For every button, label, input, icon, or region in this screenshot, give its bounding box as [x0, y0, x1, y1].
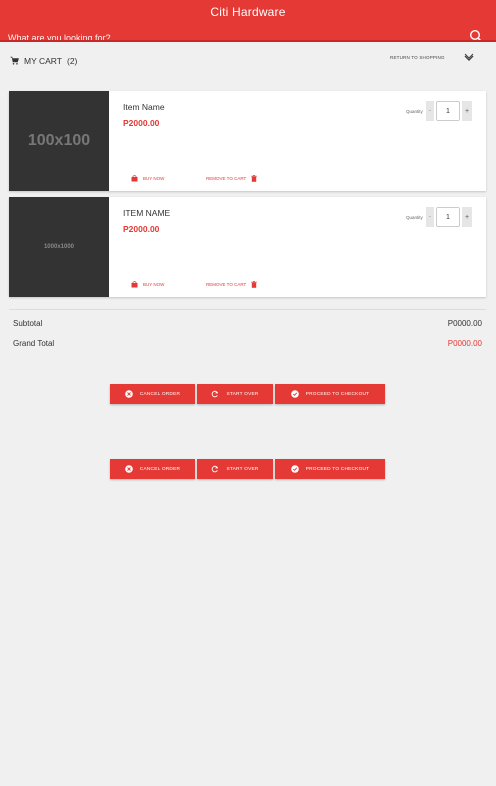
grand-total-label: Grand Total [13, 339, 55, 348]
search-input[interactable] [8, 31, 448, 40]
item-image: 1000x1000 [9, 197, 109, 297]
proceed-to-checkout-label: PROCEED TO CHECKOUT [305, 391, 370, 397]
cancel-order-button[interactable]: CANCEL ORDER [110, 459, 195, 479]
subtotal-label: Subtotal [13, 319, 43, 328]
buy-now-button[interactable]: BUY NOW [131, 172, 164, 184]
order-actions: CANCEL ORDER START OVER PROCEED TO CHECK… [110, 459, 386, 479]
grand-total-row: Grand Total P0000.00 [9, 335, 486, 353]
quantity-input[interactable] [436, 101, 460, 121]
item-image: 100x100 [9, 91, 109, 191]
app-header: Citi Hardware [0, 0, 496, 42]
proceed-to-checkout-label: PROCEED TO CHECKOUT [305, 466, 370, 472]
quantity-label: Quantity [406, 109, 423, 114]
shopping-bag-icon [131, 280, 138, 288]
remove-from-cart-button[interactable]: REMOVE TO CART [206, 172, 258, 184]
refresh-icon [211, 465, 219, 473]
quantity-label: Quantity [406, 215, 423, 220]
buy-now-label: BUY NOW [143, 281, 165, 287]
cancel-circle-icon [125, 465, 133, 473]
shopping-bag-icon [131, 174, 138, 182]
proceed-to-checkout-button[interactable]: PROCEED TO CHECKOUT [275, 384, 385, 404]
buy-now-button[interactable]: BUY NOW [131, 278, 164, 290]
quantity-increase-button[interactable]: + [462, 207, 472, 227]
remove-label: REMOVE TO CART [206, 175, 247, 181]
order-actions: CANCEL ORDER START OVER PROCEED TO CHECK… [110, 384, 386, 404]
cart-title: MY CART [24, 56, 62, 66]
grand-total-value: P0000.00 [447, 339, 482, 348]
proceed-to-checkout-button[interactable]: PROCEED TO CHECKOUT [275, 459, 385, 479]
cart-bar: MY CART (2) RETURN TO SHOPPING [0, 50, 496, 72]
subtotal-value: P0000.00 [447, 319, 482, 328]
start-over-button[interactable]: START OVER [197, 459, 273, 479]
start-over-button[interactable]: START OVER [197, 384, 273, 404]
return-to-shopping-link[interactable]: RETURN TO SHOPPING [390, 55, 445, 60]
item-name[interactable]: Item Name [123, 102, 165, 112]
cart-item: 1000x1000 ITEM NAME P2000.00 Quantity - … [9, 197, 486, 297]
cancel-order-label: CANCEL ORDER [139, 466, 181, 472]
order-totals: Subtotal P0000.00 Grand Total P0000.00 [9, 309, 486, 348]
item-price: P2000.00 [123, 224, 160, 234]
trash-icon [251, 174, 258, 182]
start-over-label: START OVER [226, 466, 259, 472]
item-price: P2000.00 [123, 118, 160, 128]
cart-icon [10, 56, 19, 65]
cart-count: (2) [67, 56, 78, 66]
buy-now-label: BUY NOW [143, 175, 165, 181]
chevron-down-icon[interactable] [464, 53, 474, 63]
cancel-order-button[interactable]: CANCEL ORDER [110, 384, 195, 404]
quantity-decrease-button[interactable]: - [426, 207, 434, 227]
quantity-input[interactable] [436, 207, 460, 227]
cart-item: 100x100 Item Name P2000.00 Quantity - + … [9, 91, 486, 191]
item-name[interactable]: ITEM NAME [123, 208, 170, 218]
remove-from-cart-button[interactable]: REMOVE TO CART [206, 278, 258, 290]
cancel-circle-icon [125, 390, 133, 398]
quantity-increase-button[interactable]: + [462, 101, 472, 121]
quantity-decrease-button[interactable]: - [426, 101, 434, 121]
refresh-icon [211, 390, 219, 398]
remove-label: REMOVE TO CART [206, 281, 247, 287]
search-icon[interactable] [469, 29, 483, 40]
cancel-order-label: CANCEL ORDER [139, 391, 181, 397]
check-circle-icon [290, 390, 299, 398]
app-title: Citi Hardware [210, 5, 286, 19]
trash-icon [251, 280, 258, 288]
check-circle-icon [290, 465, 299, 473]
start-over-label: START OVER [226, 391, 259, 397]
subtotal-row: Subtotal P0000.00 [9, 315, 486, 333]
